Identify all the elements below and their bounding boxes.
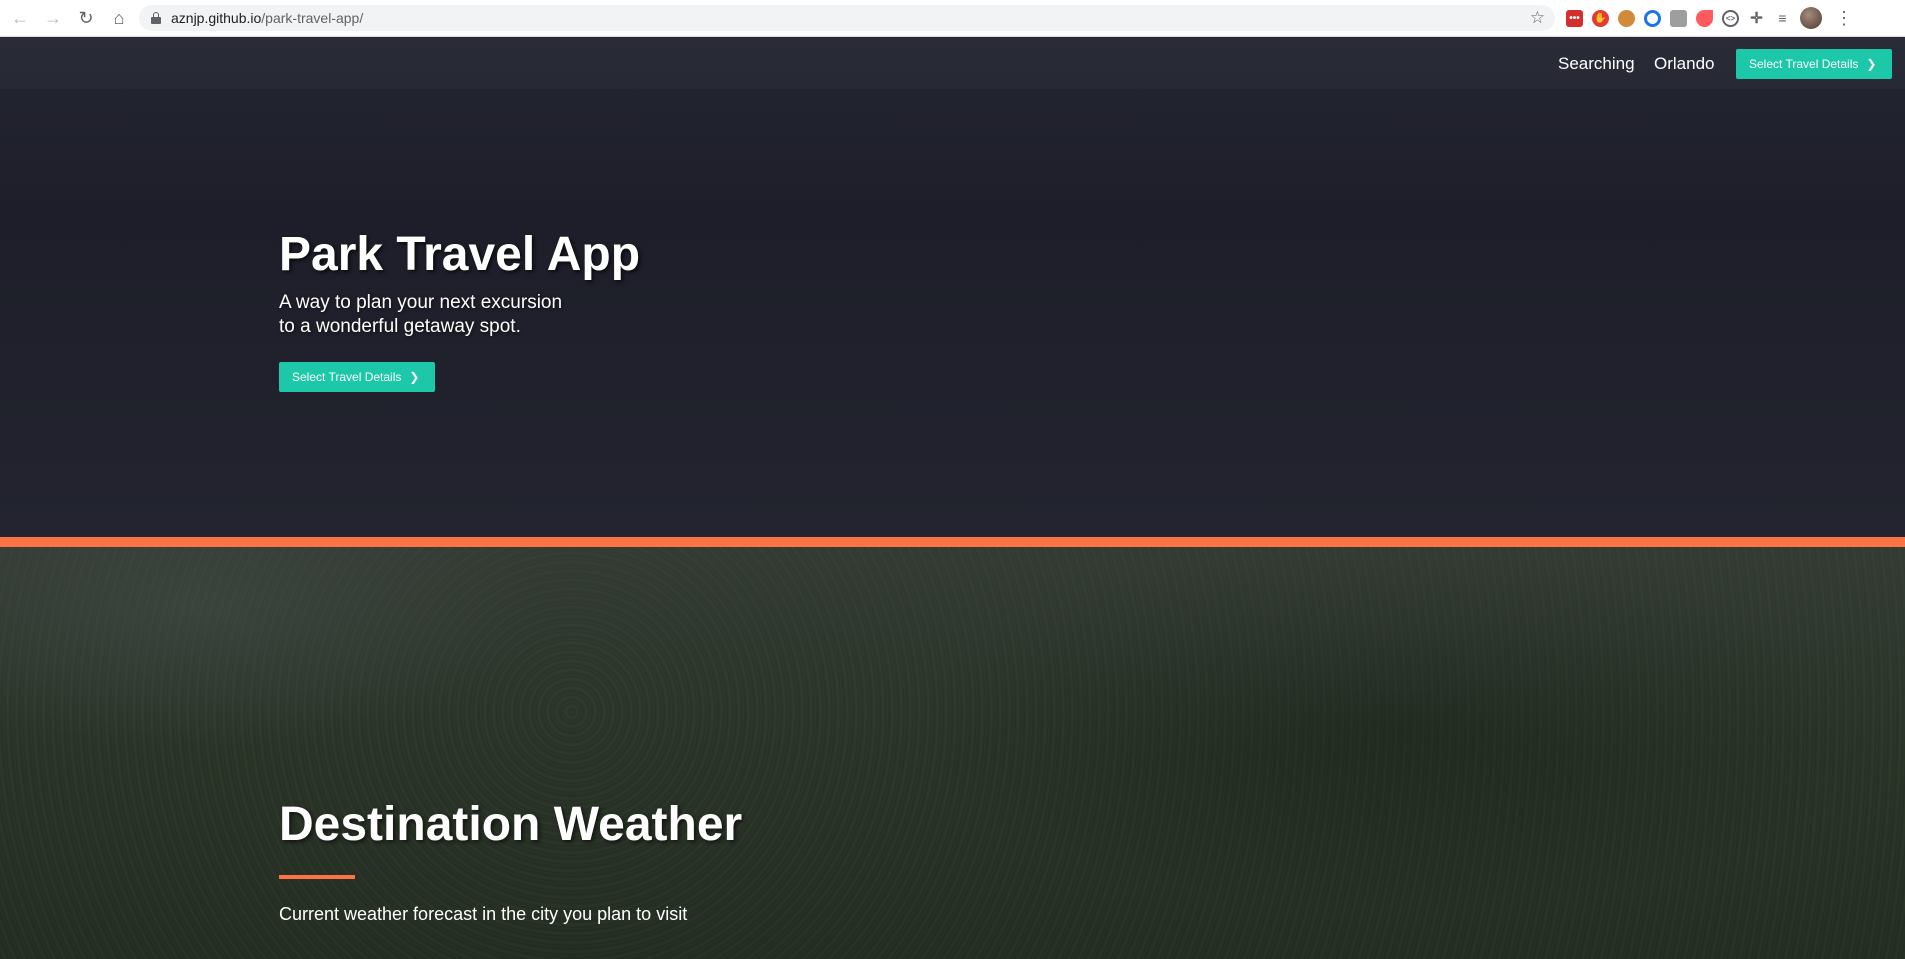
- browser-toolbar: ← → ↻ ⌂ aznjp.github.io/park-travel-app/…: [0, 0, 1905, 37]
- cookie-icon[interactable]: [1618, 9, 1635, 27]
- code-icon[interactable]: <>: [1722, 9, 1739, 27]
- forward-icon[interactable]: →: [40, 5, 66, 31]
- section-divider: [0, 537, 1905, 547]
- arrow-ext-icon[interactable]: [1696, 9, 1713, 27]
- home-icon[interactable]: ⌂: [106, 5, 132, 31]
- address-bar[interactable]: aznjp.github.io/park-travel-app/ ☆: [139, 5, 1555, 31]
- bookmark-star-icon[interactable]: ☆: [1530, 8, 1545, 28]
- weather-subtitle: Current weather forecast in the city you…: [279, 904, 688, 924]
- url-host: aznjp.github.io: [171, 10, 262, 26]
- reload-icon[interactable]: ↻: [73, 5, 99, 31]
- hero-select-travel-label: Select Travel Details: [292, 370, 402, 384]
- lock-icon: [151, 12, 161, 24]
- nav-link-orlando[interactable]: Orlando: [1654, 54, 1714, 74]
- url-text[interactable]: aznjp.github.io/park-travel-app/: [171, 10, 363, 26]
- url-path: /park-travel-app/: [261, 10, 364, 26]
- weather-title: Destination Weather: [279, 798, 743, 851]
- hero-subtitle: A way to plan your next excursion to a w…: [279, 291, 609, 339]
- puzzle-icon[interactable]: ✛: [1748, 10, 1765, 27]
- back-icon[interactable]: ←: [7, 5, 33, 31]
- media-list-icon[interactable]: ≡: [1774, 10, 1791, 27]
- avatar[interactable]: [1800, 7, 1822, 29]
- forest-background-image: [0, 547, 1905, 959]
- chevron-right-icon: ❯: [1866, 57, 1877, 71]
- screen-cast-icon[interactable]: [1670, 9, 1687, 27]
- hero-subtitle-line2: to a wonderful getaway spot.: [279, 316, 521, 337]
- nav-select-travel-label: Select Travel Details: [1749, 57, 1859, 71]
- weather-title-underline: [279, 875, 355, 879]
- hero-section: Searching Orlando Select Travel Details …: [0, 37, 1905, 537]
- dashlane-icon[interactable]: •••: [1566, 9, 1583, 27]
- menu-kebab-icon[interactable]: ⋮: [1835, 8, 1853, 29]
- page-title: Park Travel App: [279, 228, 641, 281]
- nav-link-searching[interactable]: Searching: [1558, 54, 1635, 74]
- top-navbar: Searching Orlando Select Travel Details …: [0, 37, 1905, 89]
- nav-select-travel-button[interactable]: Select Travel Details ❯: [1736, 49, 1892, 79]
- extensions-area: ••• ✋ <> ✛ ≡ ⋮: [1566, 6, 1853, 30]
- chevron-right-icon: ❯: [409, 370, 420, 384]
- adblock-icon[interactable]: ✋: [1592, 9, 1609, 27]
- forest-overlay: [0, 547, 1905, 959]
- hero-subtitle-line1: A way to plan your next excursion: [279, 292, 563, 313]
- hero-select-travel-button[interactable]: Select Travel Details ❯: [279, 362, 435, 392]
- circle-o-icon[interactable]: [1644, 9, 1661, 27]
